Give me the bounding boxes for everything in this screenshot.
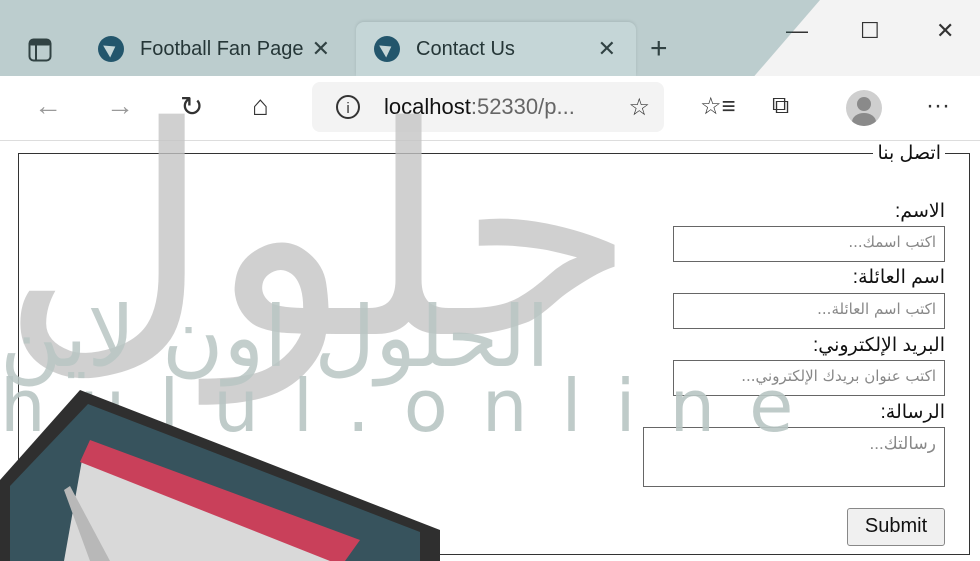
collections-icon[interactable]: ⧉: [772, 92, 789, 120]
message-label: الرسالة:: [880, 402, 945, 423]
favorites-icon[interactable]: ☆≡: [700, 92, 736, 121]
maximize-icon[interactable]: ☐: [860, 18, 880, 44]
profile-avatar[interactable]: [846, 90, 882, 126]
submit-button[interactable]: Submit: [847, 508, 945, 546]
email-label: البريد الإلكتروني:: [812, 335, 945, 356]
last-name-label: اسم العائلة:: [852, 267, 945, 288]
close-window-icon[interactable]: ✕: [936, 18, 954, 44]
watermark-band: [0, 0, 820, 76]
first-name-input[interactable]: اكتب اسمك...: [673, 226, 945, 262]
first-name-label: الاسم:: [895, 201, 945, 222]
form-legend: اتصل بنا: [873, 142, 945, 165]
last-name-input[interactable]: اكتب اسم العائلة...: [673, 293, 945, 329]
laptop-illustration-icon: [0, 390, 440, 561]
more-icon[interactable]: ···: [926, 92, 950, 120]
